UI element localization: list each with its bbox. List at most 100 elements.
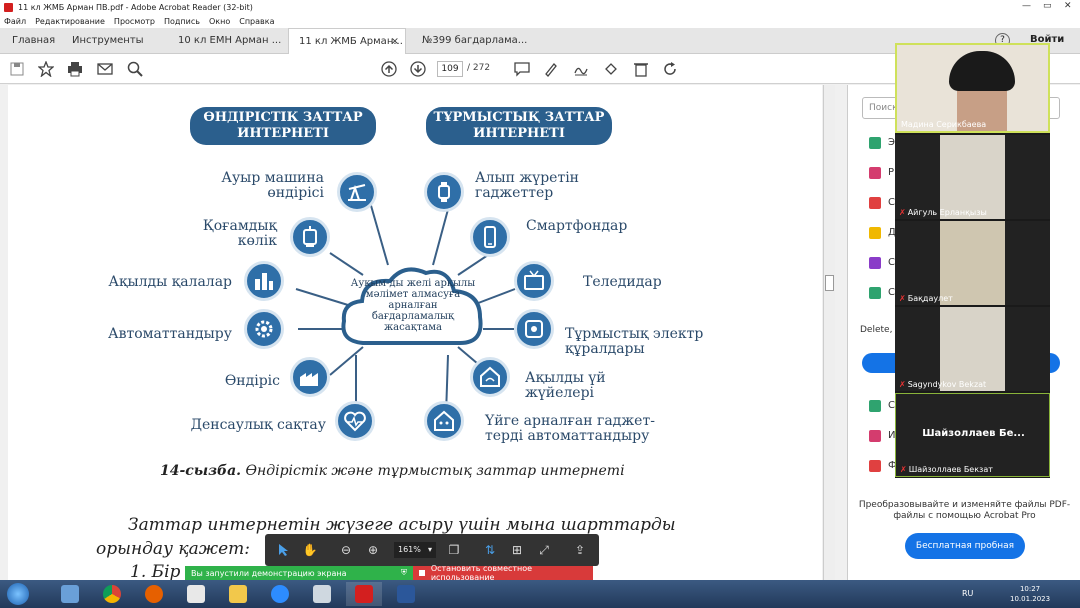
read-mode-icon[interactable]: ⇪ (571, 541, 589, 559)
zoom-out-icon[interactable]: ⊖ (337, 541, 355, 559)
scrollbar-thumb[interactable] (825, 275, 834, 291)
taskbar-notes[interactable] (178, 582, 214, 606)
comment-tool-icon[interactable] (869, 227, 881, 239)
edit-pdf-icon[interactable] (869, 167, 881, 179)
zoom-level-select[interactable]: 161% ▾ (394, 542, 436, 558)
participant-name-4-text: Sagyndykov Bekzat (907, 380, 987, 389)
page-down-icon[interactable] (409, 60, 427, 78)
mic-muted-icon: ✗ (899, 380, 906, 389)
caption-text: Өндірістік және тұрмыстық заттар интерне… (245, 463, 625, 479)
system-clock[interactable]: 10:27 10.01.2023 (1010, 584, 1050, 604)
maximize-icon[interactable]: ▭ (1043, 1, 1052, 11)
measure-icon[interactable] (869, 430, 881, 442)
folder-icon (229, 585, 247, 603)
menu-edit[interactable]: Редактирование (35, 17, 105, 26)
participant-name-2-text: Айгуль Ерланқызы (907, 208, 987, 217)
taskbar-acrobat[interactable] (346, 582, 382, 606)
select-cursor-icon[interactable] (275, 541, 293, 559)
chevron-down-icon: ▾ (427, 545, 432, 554)
comment-icon[interactable] (513, 60, 531, 78)
forms-icon[interactable] (869, 460, 881, 472)
fit-page-icon[interactable]: ⊞ (508, 541, 526, 559)
body-line-2: орындау қажет: (96, 539, 250, 559)
menu-file[interactable]: Файл (4, 17, 26, 26)
taskbar-firefox[interactable] (136, 582, 172, 606)
tool-item-7[interactable]: С (888, 400, 895, 411)
tab-doc-1[interactable]: 10 кл ЕМН Арман ... (168, 28, 291, 54)
page-view-icon[interactable]: ❐ (445, 541, 463, 559)
taskbar-app[interactable] (304, 582, 340, 606)
start-button[interactable] (0, 582, 36, 606)
screen-share-bar: Вы запустили демонстрацию экрана ⛨ Остано… (185, 564, 593, 582)
vertical-scrollbar[interactable] (823, 85, 835, 580)
tab-doc-active[interactable]: 11 кл ЖМБ Арман... × (288, 28, 406, 54)
gear-icon (244, 309, 284, 349)
menu-window[interactable]: Окно (209, 17, 230, 26)
stamp-icon[interactable] (602, 60, 620, 78)
full-screen-icon[interactable]: ⤢ (535, 541, 553, 559)
delete-icon[interactable] (632, 60, 650, 78)
rotate-icon[interactable] (661, 60, 679, 78)
tool-item-3[interactable]: С (888, 197, 895, 208)
close-icon[interactable]: ✕ (1064, 1, 1072, 11)
video-feed-4 (940, 307, 1005, 391)
scroll-mode-icon[interactable]: ⇅ (481, 541, 499, 559)
pdf-page[interactable]: ӨНДІРІСТІК ЗАТТАР ИНТЕРНЕТІ ТҰРМЫСТЫҚ ЗА… (8, 85, 822, 580)
combine-icon[interactable] (869, 257, 881, 269)
hand-tool-icon[interactable]: ✋ (301, 541, 319, 559)
video-tile-3[interactable]: ✗ Бақдаулет (895, 221, 1050, 305)
scan-icon[interactable] (869, 400, 881, 412)
taskbar-word[interactable] (388, 582, 424, 606)
video-tile-1[interactable]: Мадина Серикбаева (895, 43, 1050, 133)
sign-icon[interactable] (572, 60, 590, 78)
highlight-pen-icon[interactable] (542, 60, 560, 78)
taskbar-chrome[interactable] (94, 582, 130, 606)
tool-item-2[interactable]: Р (888, 167, 894, 178)
video-feed-3 (940, 221, 1005, 305)
share-status: Вы запустили демонстрацию экрана ⛨ (185, 566, 413, 580)
free-trial-button[interactable]: Бесплатная пробная версия (905, 533, 1025, 577)
save-icon[interactable] (8, 60, 26, 78)
tab-tools[interactable]: Инструменты (62, 28, 154, 54)
export-pdf-icon[interactable] (869, 137, 881, 149)
figure-caption: 14-сызба. Өндірістік және тұрмыстық затт… (160, 463, 625, 479)
taskbar-folder[interactable] (220, 582, 256, 606)
mail-icon[interactable] (96, 60, 114, 78)
mic-muted-icon: ✗ (899, 208, 906, 217)
tool-item-6[interactable]: С (888, 287, 895, 298)
minimize-icon[interactable]: — (1022, 1, 1031, 11)
zoom-level-value: 161% (398, 545, 421, 554)
menu-view[interactable]: Просмотр (114, 17, 155, 26)
tool-item-5[interactable]: С (888, 257, 895, 268)
create-pdf-icon[interactable] (869, 197, 881, 209)
label-smart-cities: Ақылды қалалар (108, 274, 232, 290)
video-tile-2[interactable]: ✗ Айгуль Ерланқызы (895, 135, 1050, 219)
page-up-icon[interactable] (380, 60, 398, 78)
tab-close-icon[interactable]: × (391, 29, 399, 55)
tab-home[interactable]: Главная (2, 28, 65, 54)
body-line-1: Заттар интернетін жүзеге асыру үшін мына… (128, 515, 676, 535)
participant-placeholder-name: Шайзоллаев Бе... (922, 428, 1025, 439)
window-title: 11 кл ЖМБ Арман ПВ.pdf - Adobe Acrobat R… (18, 2, 253, 12)
label-production: Өндіріс (224, 373, 280, 389)
stop-share-button[interactable]: Остановить совместное использование (413, 564, 593, 582)
label-heavy-machinery: Ауыр машина өндірісі (221, 170, 324, 201)
label-wearables: Алып жүретін гаджеттер (475, 170, 580, 201)
zoom-in-icon[interactable]: ⊕ (364, 541, 382, 559)
firefox-icon (145, 585, 163, 603)
video-tile-5[interactable]: Шайзоллаев Бе... ✗ Шайзоллаев Бекзат (895, 393, 1050, 477)
language-indicator[interactable]: RU (962, 589, 973, 598)
video-tile-4[interactable]: ✗ Sagyndykov Bekzat (895, 307, 1050, 391)
organize-icon[interactable] (869, 287, 881, 299)
print-icon[interactable] (66, 60, 84, 78)
menu-sign[interactable]: Подпись (164, 17, 200, 26)
tab-doc-3[interactable]: №399 багдарлама... (412, 28, 537, 54)
taskbar-zoom[interactable] (262, 582, 298, 606)
page-number-input[interactable]: 109 (437, 61, 463, 77)
menu-help[interactable]: Справка (239, 17, 274, 26)
star-icon[interactable] (37, 60, 55, 78)
zoom-search-icon[interactable] (126, 60, 144, 78)
tool-item-1[interactable]: Э (888, 137, 895, 148)
taskbar-explorer-pin[interactable] (52, 582, 88, 606)
tools-app-icon (313, 585, 331, 603)
